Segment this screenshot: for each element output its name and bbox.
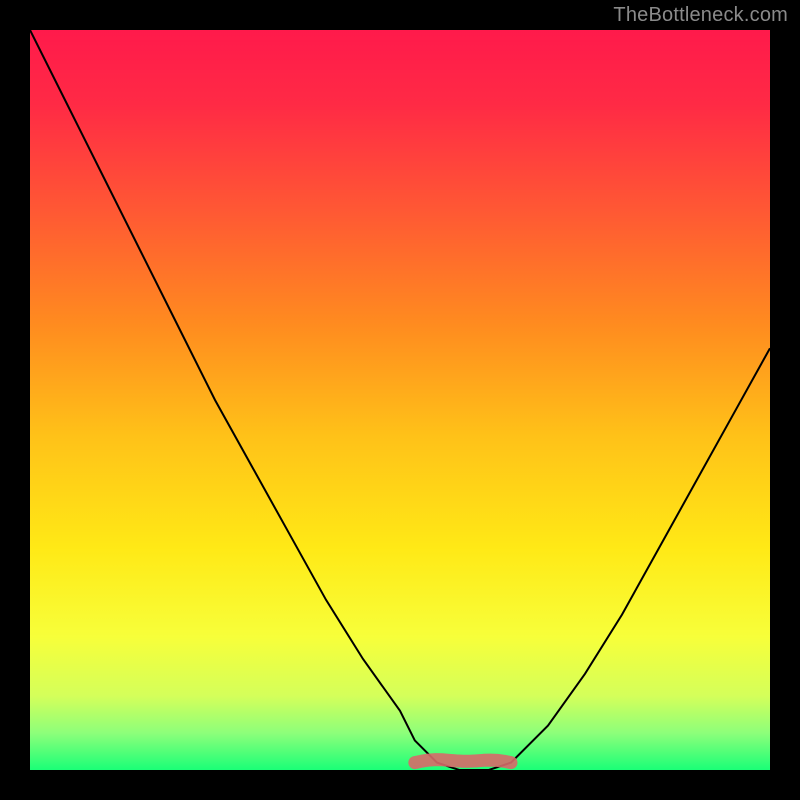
- curve-path: [30, 30, 770, 770]
- bottleneck-curve: [30, 30, 770, 770]
- valley-marker: [415, 760, 511, 763]
- watermark-text: TheBottleneck.com: [613, 4, 788, 27]
- chart-frame: TheBottleneck.com: [0, 0, 800, 800]
- plot-area: [30, 30, 770, 770]
